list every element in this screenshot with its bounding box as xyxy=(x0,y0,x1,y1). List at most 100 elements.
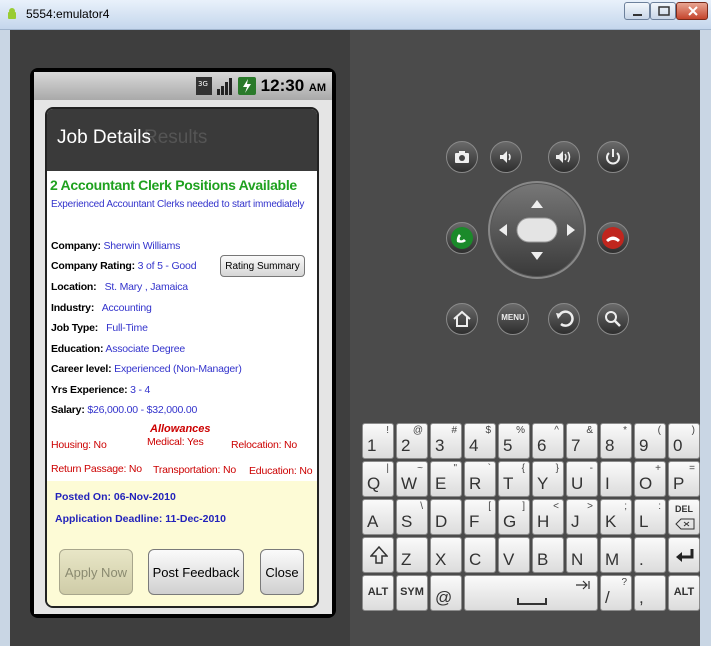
dpad[interactable] xyxy=(487,180,587,280)
space-icon xyxy=(517,598,547,605)
phone-hangup-icon xyxy=(602,227,624,249)
field-company: Company: Sherwin Williams xyxy=(51,240,181,252)
power-icon xyxy=(606,149,620,165)
enter-icon xyxy=(676,549,694,562)
key-2[interactable]: 2 @ xyxy=(396,423,428,459)
field-location: Location: St. Mary , Jamaica xyxy=(51,281,188,293)
dialog-header: Results Job Details xyxy=(47,109,317,171)
field-company-rating: Company Rating: 3 of 5 - Good xyxy=(51,260,197,272)
volume-up-button[interactable] xyxy=(548,141,580,173)
job-subheadline: Experienced Accountant Clerks needed to … xyxy=(51,199,305,210)
key-comma[interactable]: , xyxy=(634,575,666,611)
key-v[interactable]: V xyxy=(498,537,530,573)
key-k[interactable]: K; xyxy=(600,499,632,535)
maximize-button[interactable] xyxy=(650,2,676,20)
key-1[interactable]: 1! xyxy=(362,423,394,459)
power-button[interactable] xyxy=(597,141,629,173)
key-h[interactable]: H < xyxy=(532,499,564,535)
dialog-footer: Posted On: 06-Nov-2010 Application Deadl… xyxy=(47,481,317,606)
delete-key[interactable]: DEL xyxy=(668,499,700,535)
allowance-transportation: Transportation: No xyxy=(153,464,236,476)
volume-down-button[interactable] xyxy=(490,141,522,173)
alt-key-left[interactable]: ALT xyxy=(362,575,394,611)
key-8[interactable]: 8 * xyxy=(600,423,632,459)
call-button[interactable] xyxy=(446,222,478,254)
shift-key[interactable] xyxy=(362,537,394,573)
key-3[interactable]: 3 # xyxy=(430,423,462,459)
key-z[interactable]: Z xyxy=(396,537,428,573)
close-button[interactable]: Close xyxy=(260,549,304,595)
key-t[interactable]: T{ xyxy=(498,461,530,497)
key-d[interactable]: D xyxy=(430,499,462,535)
sym-key[interactable]: SYM xyxy=(396,575,428,611)
key-f[interactable]: F[ xyxy=(464,499,496,535)
svg-text:3G: 3G xyxy=(198,80,208,88)
signal-icon xyxy=(217,78,232,95)
menu-button[interactable]: MENU xyxy=(497,303,529,335)
key-9[interactable]: 9( xyxy=(634,423,666,459)
key-x[interactable]: X xyxy=(430,537,462,573)
key-u[interactable]: U- xyxy=(566,461,598,497)
key-w[interactable]: W ~ xyxy=(396,461,428,497)
post-feedback-button[interactable]: Post Feedback xyxy=(148,549,244,595)
field-industry: Industry: Accounting xyxy=(51,302,152,314)
allowance-return-passage: Return Passage: No xyxy=(51,463,142,475)
key-b[interactable]: B xyxy=(532,537,564,573)
key-4[interactable]: 4 $ xyxy=(464,423,496,459)
key-i[interactable]: I xyxy=(600,461,632,497)
key-6[interactable]: 6 ^ xyxy=(532,423,564,459)
camera-icon xyxy=(455,151,469,163)
search-button[interactable] xyxy=(597,303,629,335)
alt-key-right[interactable]: ALT xyxy=(668,575,700,611)
key-s[interactable]: S \ xyxy=(396,499,428,535)
key-r[interactable]: R ` xyxy=(464,461,496,497)
key-at[interactable]: @ xyxy=(430,575,462,611)
apply-now-button[interactable]: Apply Now xyxy=(59,549,133,595)
key-e[interactable]: E " xyxy=(430,461,462,497)
rating-summary-button[interactable]: Rating Summary xyxy=(220,255,305,277)
hardware-keyboard: 1! 2 @3 #4 $5% 6 ^ 7 & 8 * 9(0) Q | W ~ E " R ` T{Y} U - I O + P = A… xyxy=(362,423,700,623)
key-y[interactable]: Y} xyxy=(532,461,564,497)
enter-key[interactable] xyxy=(668,537,700,573)
field-salary: Salary: $26,000.00 - $32,000.00 xyxy=(51,404,198,416)
battery-icon xyxy=(238,77,256,95)
key-p[interactable]: P = xyxy=(668,461,700,497)
key-7[interactable]: 7 & xyxy=(566,423,598,459)
key-a[interactable]: A xyxy=(362,499,394,535)
space-key[interactable] xyxy=(464,575,598,611)
key-j[interactable]: J > xyxy=(566,499,598,535)
android-icon xyxy=(8,8,16,19)
menu-label: MENU xyxy=(501,313,525,322)
volume-up-icon xyxy=(556,151,571,163)
key-c[interactable]: C xyxy=(464,537,496,573)
home-icon xyxy=(453,310,471,327)
key-0[interactable]: 0) xyxy=(668,423,700,459)
dpad-arrows-icon xyxy=(488,181,586,279)
key-q[interactable]: Q | xyxy=(362,461,394,497)
shift-icon xyxy=(370,546,388,564)
camera-button[interactable] xyxy=(446,141,478,173)
back-button[interactable] xyxy=(548,303,580,335)
key-o[interactable]: O + xyxy=(634,461,666,497)
allowance-education: Education: No xyxy=(249,465,313,477)
end-call-button[interactable] xyxy=(597,222,629,254)
search-icon xyxy=(605,311,621,327)
allowances-title: Allowances xyxy=(150,423,211,435)
field-experience: Yrs Experience: 3 - 4 xyxy=(51,384,151,396)
key-g[interactable]: G] xyxy=(498,499,530,535)
phone-call-icon xyxy=(451,227,473,249)
job-headline: 2 Accountant Clerk Positions Available xyxy=(50,177,297,193)
field-career-level: Career level: Experienced (Non-Manager) xyxy=(51,363,242,375)
key-l[interactable]: L: xyxy=(634,499,666,535)
dialog-title: Job Details xyxy=(57,127,151,148)
job-details-dialog: Results Job Details 2 Accountant Clerk P… xyxy=(47,109,317,606)
key-slash[interactable]: /? xyxy=(600,575,632,611)
key-n[interactable]: N xyxy=(566,537,598,573)
home-button[interactable] xyxy=(446,303,478,335)
minimize-button[interactable] xyxy=(624,2,650,20)
close-window-button[interactable] xyxy=(676,2,708,20)
key-5[interactable]: 5% xyxy=(498,423,530,459)
key-period[interactable]: . xyxy=(634,537,666,573)
window-titlebar: 5554:emulator4 xyxy=(0,0,711,30)
key-m[interactable]: M xyxy=(600,537,632,573)
